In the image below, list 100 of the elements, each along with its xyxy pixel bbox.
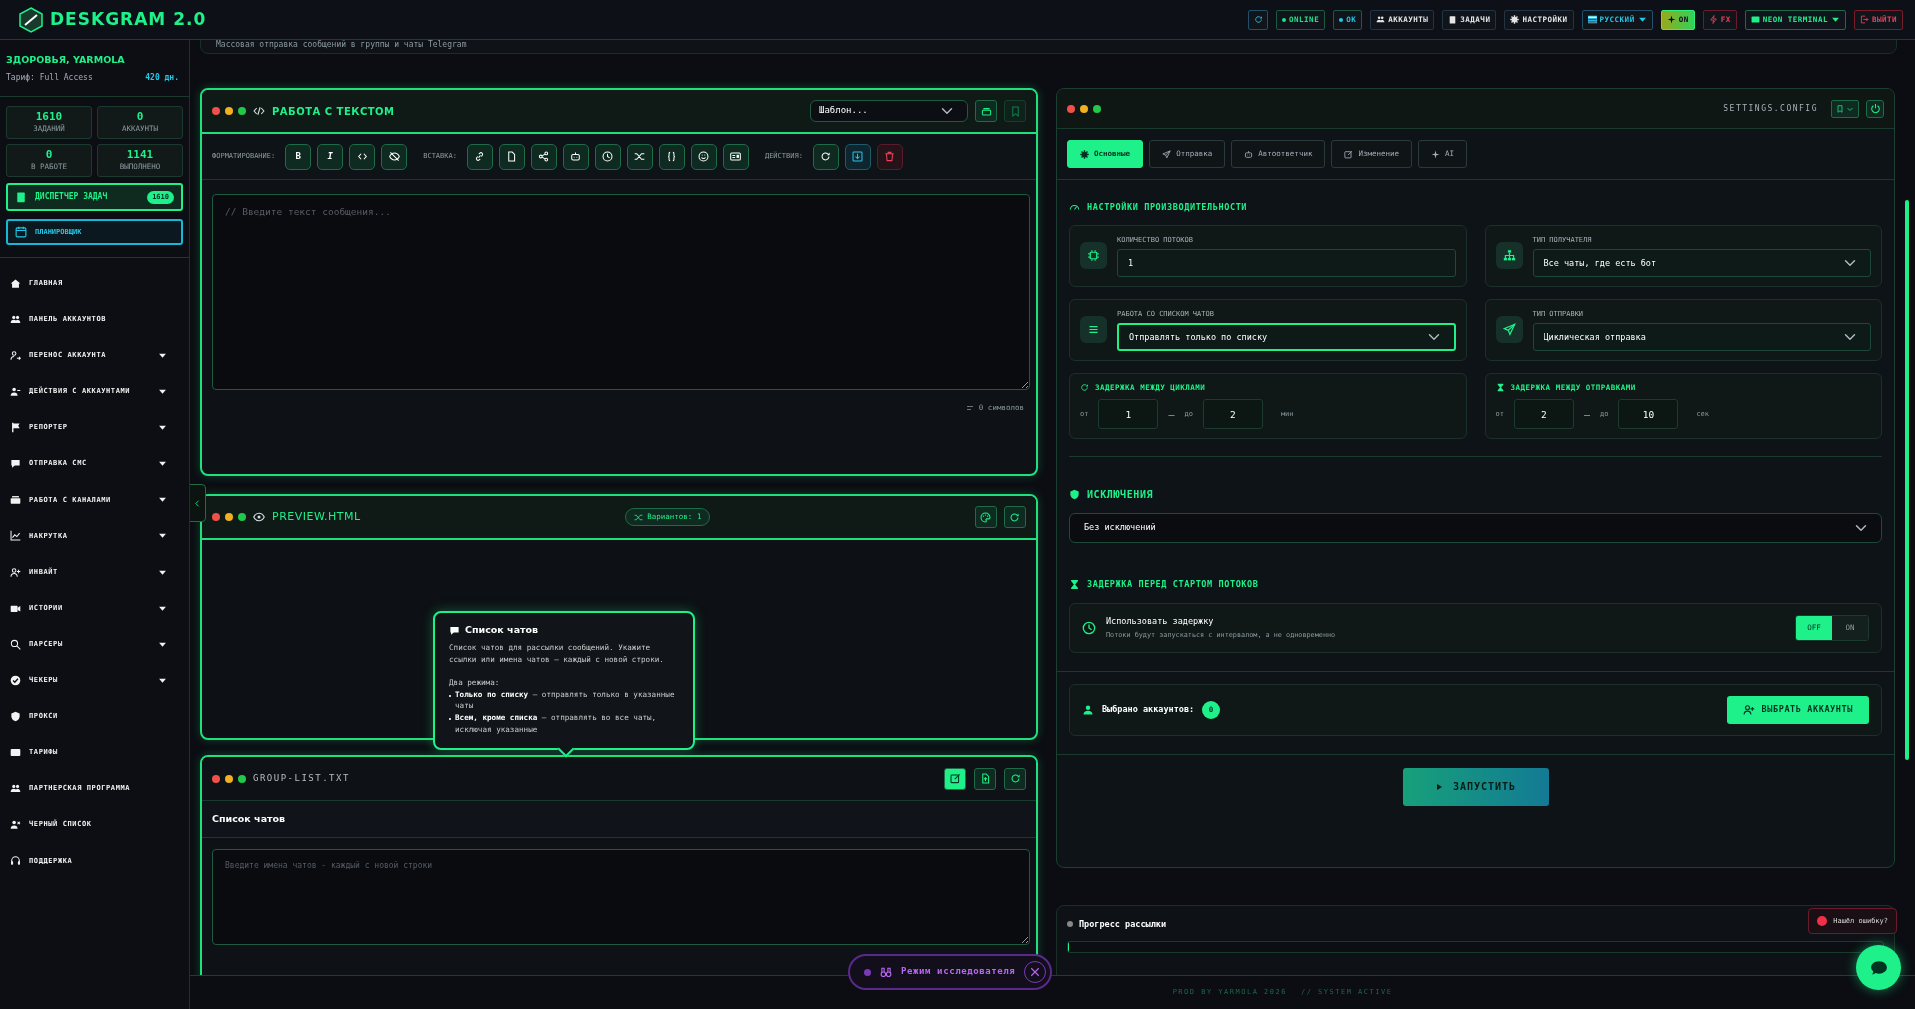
select-field[interactable]: Циклическая отправка <box>1532 323 1871 351</box>
panel-title: РАБОТА С ТЕКСТОМ <box>272 104 395 119</box>
user-plus-icon <box>1742 703 1755 716</box>
caret-icon <box>1637 15 1647 24</box>
refresh-icon <box>1009 773 1021 784</box>
edit-icon <box>1344 149 1354 159</box>
refresh-button[interactable] <box>1004 506 1026 528</box>
to-field[interactable]: 2 <box>1202 399 1263 429</box>
user-icon <box>1082 703 1094 716</box>
download-button[interactable] <box>844 143 871 170</box>
logo-icon <box>18 6 44 33</box>
code-icon <box>253 105 265 117</box>
lightning-icon <box>1708 15 1718 24</box>
refresh-button[interactable] <box>812 143 839 170</box>
braces-button[interactable] <box>658 143 685 170</box>
stat-value: 0 <box>45 149 53 162</box>
to-field[interactable]: 10 <box>1618 399 1679 429</box>
scrollbar-thumb[interactable] <box>1905 200 1909 760</box>
window-icon <box>1750 15 1760 24</box>
users-icon <box>1376 15 1386 24</box>
select-field[interactable]: Отправлять только по списку <box>1117 323 1456 351</box>
template-select[interactable]: Шаблон... <box>810 100 968 122</box>
setting-label: Использовать задержку <box>1106 614 1215 628</box>
bookmark-dropdown[interactable] <box>1831 99 1859 118</box>
collapse-button[interactable] <box>190 484 206 522</box>
sparkle-icon <box>1431 149 1441 159</box>
stat-value: 1610 <box>35 111 63 124</box>
refresh-button[interactable] <box>1004 767 1026 790</box>
bookmark-icon <box>1009 105 1021 117</box>
id-card-button[interactable] <box>722 143 749 170</box>
window-dots <box>1067 104 1101 113</box>
layers-icon <box>980 105 992 117</box>
share-button[interactable] <box>530 143 557 170</box>
box-icon <box>10 494 21 506</box>
user-plus-icon <box>10 566 21 578</box>
power-icon <box>1869 103 1881 114</box>
select-field[interactable]: Все чаты, где есть бот <box>1532 249 1871 277</box>
smile-icon <box>698 151 710 162</box>
shuffle-button[interactable] <box>626 143 653 170</box>
palette-button[interactable] <box>975 506 997 528</box>
range-dash: — <box>1168 407 1175 422</box>
shuffle-icon <box>634 512 644 522</box>
smile-button[interactable] <box>690 143 717 170</box>
settings-icon <box>1510 15 1520 24</box>
robot-button[interactable] <box>562 143 589 170</box>
users-icon <box>10 313 21 325</box>
card-icon <box>10 746 21 758</box>
file-button[interactable] <box>498 143 525 170</box>
sparkle-icon <box>1666 15 1676 24</box>
chat-list-field[interactable]: Введите имена чатов - каждый с новой строки <box>212 849 1030 946</box>
run-button[interactable]: ЗАПУСТИТЬ <box>1402 767 1549 806</box>
trash-button[interactable] <box>876 143 903 170</box>
layers-button[interactable] <box>975 100 997 122</box>
clock-icon <box>602 151 614 162</box>
clock-button[interactable] <box>594 143 621 170</box>
flag-icon <box>1587 15 1597 24</box>
download-icon <box>852 151 864 162</box>
message-field[interactable]: // Введите текст сообщения... <box>212 194 1030 390</box>
list-heading: Список чатов <box>202 801 1036 839</box>
sitemap-icon <box>1495 242 1523 270</box>
eye-icon <box>253 511 265 523</box>
palette-icon <box>980 511 992 523</box>
exit-icon <box>1859 15 1869 24</box>
format-button[interactable]: I <box>317 143 344 170</box>
app-title: DESKGRAM 2.0 <box>50 7 207 31</box>
file-upload-icon <box>979 773 991 784</box>
clipboard-icon <box>15 191 27 204</box>
days-left: 420 дн. <box>145 72 179 85</box>
researcher-mode-label: Режим исследователя <box>901 965 1016 979</box>
shield-icon <box>1069 488 1080 500</box>
exclusions-select[interactable]: Без исключений <box>1069 512 1882 543</box>
file-upload-button[interactable] <box>974 767 996 790</box>
from-field[interactable]: 2 <box>1513 399 1574 429</box>
send-icon <box>1162 149 1172 159</box>
bookmark-icon <box>1836 104 1844 113</box>
select-accounts-button[interactable]: ВЫБРАТЬ АККАУНТЫ <box>1726 695 1869 724</box>
progress-title: Прогресс рассылки <box>1079 918 1166 931</box>
caret-icon <box>1830 15 1840 24</box>
section-title: НАСТРОЙКИ ПРОИЗВОДИТЕЛЬНОСТИ <box>1087 201 1248 214</box>
power-button[interactable] <box>1866 99 1884 118</box>
panel-title: PREVIEW.HTML <box>272 508 361 525</box>
id-card-icon <box>730 151 742 162</box>
tooltip-title: Список чатов <box>465 623 539 637</box>
input-field[interactable]: 1 <box>1117 249 1456 277</box>
from-field[interactable]: 1 <box>1098 399 1159 429</box>
user-x-icon <box>10 819 21 831</box>
clock-icon <box>1082 620 1096 635</box>
bookmark-button[interactable] <box>1004 100 1026 122</box>
home-icon <box>10 277 21 289</box>
refresh-icon <box>1080 382 1089 392</box>
status-dot <box>1067 921 1073 928</box>
edit-button[interactable] <box>944 767 966 790</box>
link-button[interactable] <box>466 143 493 170</box>
refresh-icon <box>1009 511 1021 523</box>
chevron-left-icon <box>192 498 202 508</box>
binoculars-icon <box>880 966 892 978</box>
format-button[interactable]: B <box>285 143 312 170</box>
eye-slash-button[interactable] <box>381 143 408 170</box>
clipboard-icon <box>1448 15 1458 24</box>
code-button[interactable] <box>349 143 376 170</box>
